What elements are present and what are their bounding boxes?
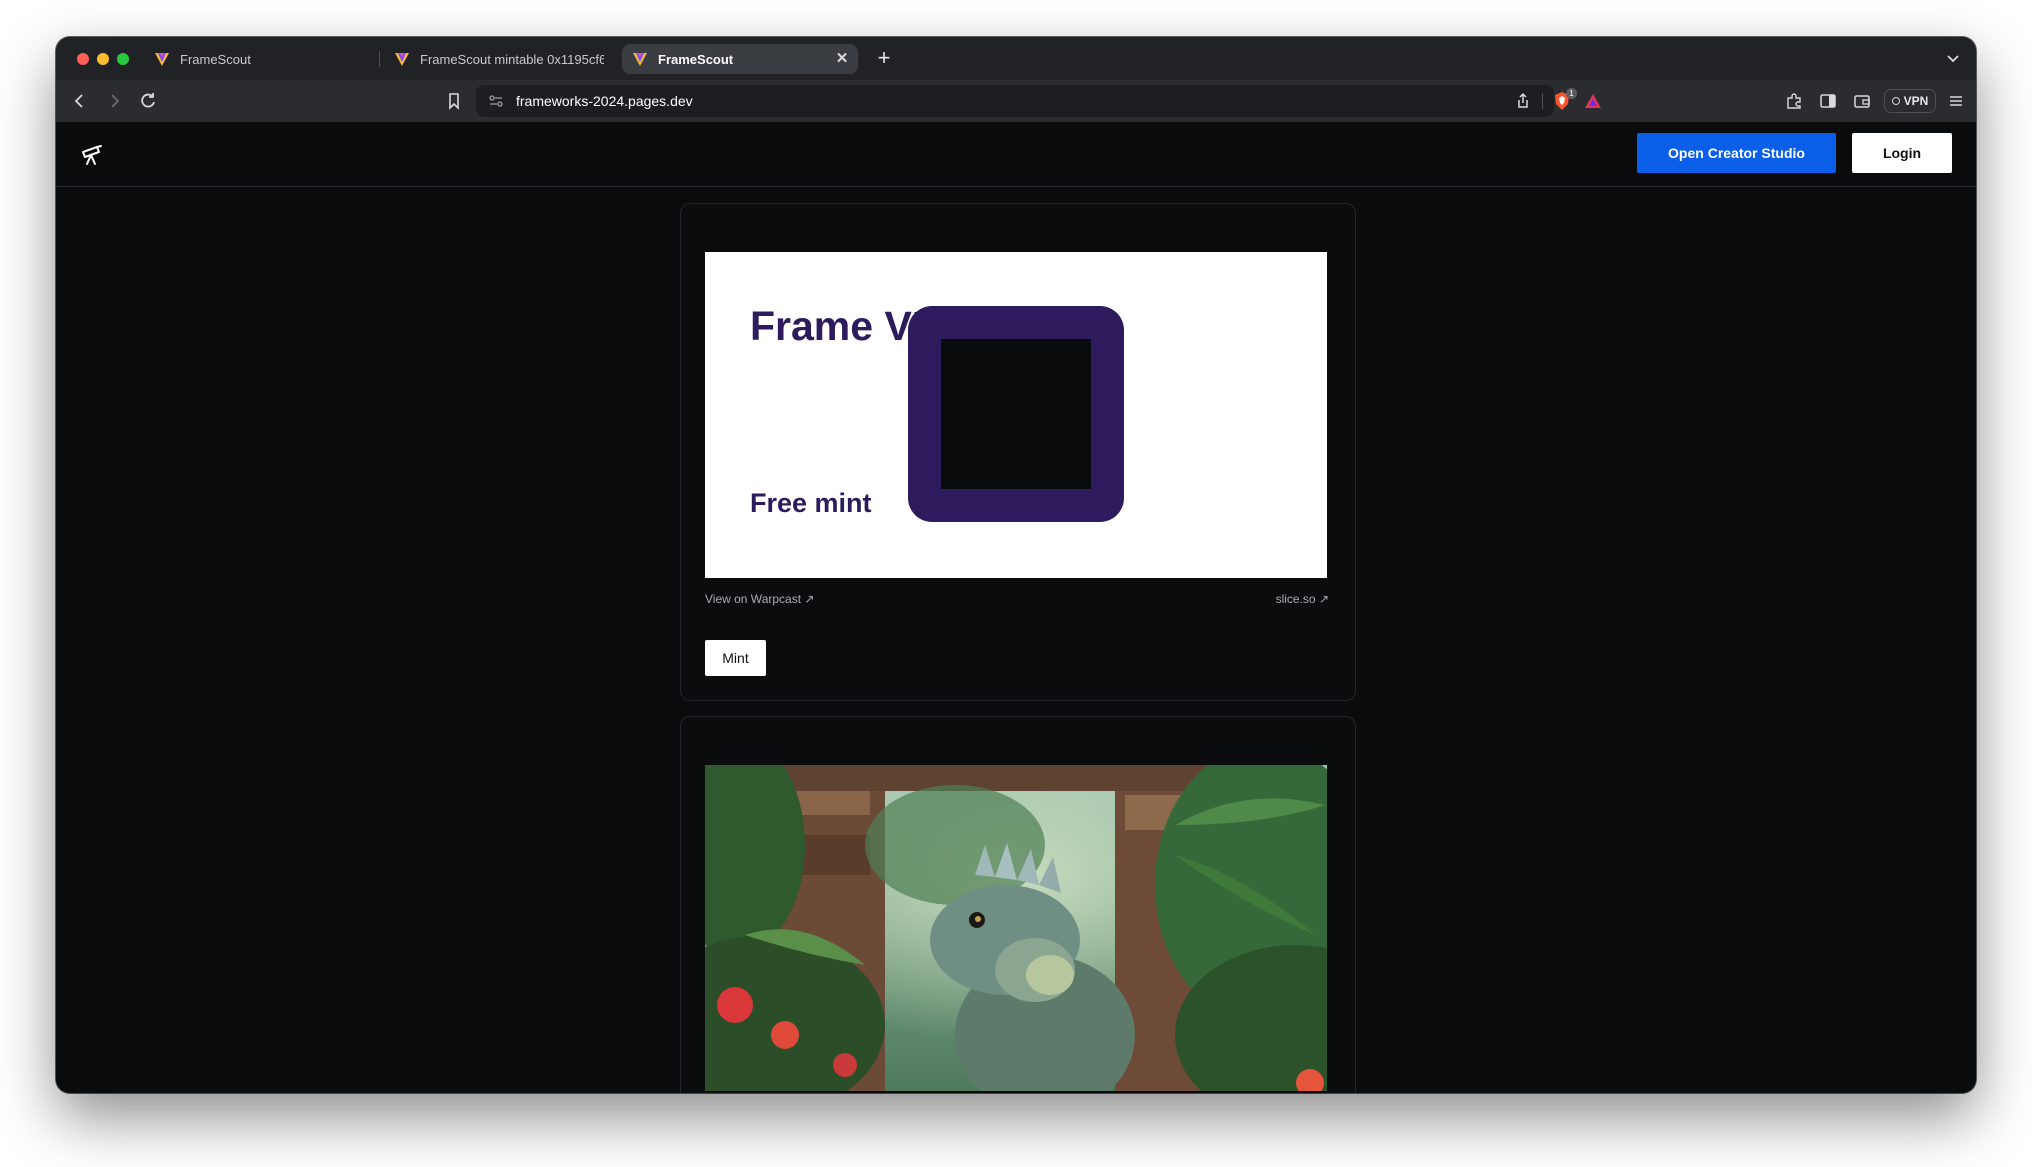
close-tab-icon[interactable]: ✕ — [834, 51, 850, 67]
tab-label: FrameScout — [180, 51, 251, 67]
tab-label: FrameScout — [658, 51, 734, 67]
tab-label: FrameScout mintable 0x1195cf65 — [420, 51, 604, 67]
mint-button[interactable]: Mint — [705, 640, 766, 676]
shields-count-badge: 1 — [1566, 88, 1577, 99]
address-bar[interactable]: frameworks-2024.pages.dev 1 — [476, 85, 1601, 117]
frame-card — [680, 716, 1356, 1093]
site-settings-icon[interactable] — [488, 93, 504, 109]
chevron-down-icon[interactable] — [1944, 49, 1962, 67]
toolbar-divider — [1542, 93, 1543, 109]
sidebar-toggle-icon[interactable] — [1818, 91, 1838, 111]
extensions-icon[interactable] — [1784, 91, 1804, 111]
tab-strip: FrameScout FrameScout mintable 0x1195cf6… — [56, 37, 1976, 80]
slice-link[interactable]: slice.so ↗ — [1276, 592, 1329, 606]
zoom-window-button[interactable] — [117, 53, 129, 65]
frame-image[interactable]: Frame VR Free mint — [705, 252, 1327, 578]
tab-framescout-active[interactable]: FrameScout ✕ — [622, 44, 858, 74]
tab-framescout-mintable[interactable]: FrameScout mintable 0x1195cf65 — [384, 44, 604, 74]
back-icon[interactable] — [70, 91, 90, 111]
framescout-favicon-icon — [395, 53, 409, 66]
share-icon[interactable] — [1514, 92, 1532, 110]
login-button[interactable]: Login — [1852, 133, 1952, 173]
url-text: frameworks-2024.pages.dev — [516, 93, 693, 109]
browser-window: FrameScout FrameScout mintable 0x1195cf6… — [56, 37, 1976, 1093]
telescope-logo-icon[interactable] — [80, 143, 104, 167]
tab-divider — [379, 51, 380, 67]
jungle-iguana-image[interactable] — [705, 765, 1327, 1091]
frame-subtitle: Free mint — [750, 488, 872, 518]
reload-icon[interactable] — [138, 91, 158, 111]
framescout-favicon-icon — [155, 53, 169, 66]
minimize-window-button[interactable] — [97, 53, 109, 65]
vpn-status-icon — [1891, 97, 1900, 105]
brave-rewards-icon[interactable] — [1584, 92, 1602, 110]
frame-vr-logo-inner — [941, 339, 1091, 489]
vpn-label: VPN — [1903, 94, 1929, 108]
view-on-warpcast-link[interactable]: View on Warpcast ↗ — [705, 592, 814, 606]
menu-icon[interactable] — [1946, 91, 1966, 111]
framescout-favicon-icon — [633, 53, 647, 66]
browser-toolbar: frameworks-2024.pages.dev 1 VPN — [56, 80, 1976, 122]
bookmark-icon[interactable] — [444, 91, 464, 111]
frame-card: Frame VR Free mint View on Warpcast ↗ sl… — [680, 203, 1356, 701]
page-content: Open Creator Studio Login Frame VR Free … — [56, 122, 1976, 1093]
new-tab-button[interactable]: + — [872, 47, 896, 71]
forward-icon[interactable] — [104, 91, 124, 111]
open-creator-studio-button[interactable]: Open Creator Studio — [1637, 133, 1836, 173]
frame-vr-logo — [908, 306, 1124, 522]
vpn-button[interactable]: VPN — [1884, 89, 1936, 113]
tab-framescout-1[interactable]: FrameScout — [144, 44, 364, 74]
close-window-button[interactable] — [77, 53, 89, 65]
site-header: Open Creator Studio Login — [56, 122, 1976, 187]
wallet-icon[interactable] — [1852, 91, 1872, 111]
